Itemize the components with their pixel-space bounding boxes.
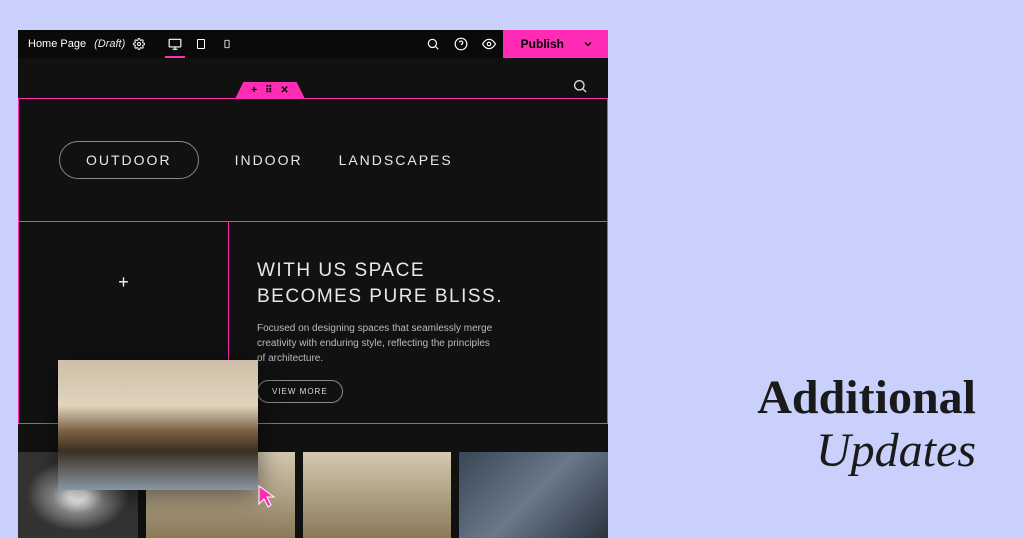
device-mobile-button[interactable] bbox=[219, 30, 235, 58]
toolbar-right: Publish bbox=[419, 30, 608, 58]
page-title: Home Page bbox=[28, 38, 86, 50]
nav-tab-outdoor[interactable]: OUTDOOR bbox=[59, 141, 199, 179]
device-desktop-button[interactable] bbox=[167, 30, 183, 58]
editor-window: Home Page (Draft) bbox=[18, 30, 608, 538]
section-handle[interactable]: + ⠿ ✕ bbox=[235, 82, 305, 99]
dragged-image[interactable] bbox=[58, 360, 258, 490]
search-icon[interactable] bbox=[419, 30, 447, 58]
hero-body[interactable]: Focused on designing spaces that seamles… bbox=[257, 321, 497, 366]
gallery-image[interactable] bbox=[459, 452, 608, 538]
preview-icon[interactable] bbox=[475, 30, 503, 58]
toolbar-left: Home Page (Draft) bbox=[18, 30, 235, 58]
view-more-button[interactable]: VIEW MORE bbox=[257, 380, 343, 403]
gear-icon[interactable] bbox=[133, 38, 145, 50]
content-right-slot[interactable]: WITH US SPACE BECOMES PURE BLISS. Focuse… bbox=[229, 222, 607, 423]
add-element-icon[interactable]: + bbox=[118, 272, 129, 293]
drag-handle-icon[interactable]: ⠿ bbox=[265, 86, 272, 96]
canvas[interactable]: + ⠿ ✕ OUTDOOR INDOOR LANDSCAPES + WITH U… bbox=[18, 58, 608, 538]
publish-button[interactable]: Publish bbox=[503, 30, 608, 58]
headline-line-1: WITH US SPACE bbox=[257, 258, 579, 284]
toolbar: Home Page (Draft) bbox=[18, 30, 608, 58]
gallery-image[interactable] bbox=[303, 452, 452, 538]
close-section-icon[interactable]: ✕ bbox=[280, 86, 288, 96]
canvas-search-icon[interactable] bbox=[572, 78, 588, 94]
device-tablet-button[interactable] bbox=[193, 30, 209, 58]
overlay-headline: Additional Updates bbox=[757, 372, 976, 478]
device-switcher bbox=[167, 30, 235, 58]
chevron-down-icon bbox=[582, 38, 594, 50]
headline-line-2: BECOMES PURE BLISS. bbox=[257, 284, 579, 310]
nav-tab-indoor[interactable]: INDOOR bbox=[235, 152, 303, 168]
nav-tab-landscapes[interactable]: LANDSCAPES bbox=[339, 152, 453, 168]
help-icon[interactable] bbox=[447, 30, 475, 58]
add-section-icon[interactable]: + bbox=[251, 86, 257, 96]
category-nav: OUTDOOR INDOOR LANDSCAPES bbox=[19, 99, 607, 222]
cursor-pointer-icon bbox=[256, 484, 280, 508]
publish-label: Publish bbox=[521, 37, 564, 51]
overlay-headline-line-2: Updates bbox=[757, 425, 976, 478]
page-status: (Draft) bbox=[94, 38, 125, 50]
hero-headline[interactable]: WITH US SPACE BECOMES PURE BLISS. bbox=[257, 258, 579, 309]
overlay-headline-line-1: Additional bbox=[757, 372, 976, 425]
